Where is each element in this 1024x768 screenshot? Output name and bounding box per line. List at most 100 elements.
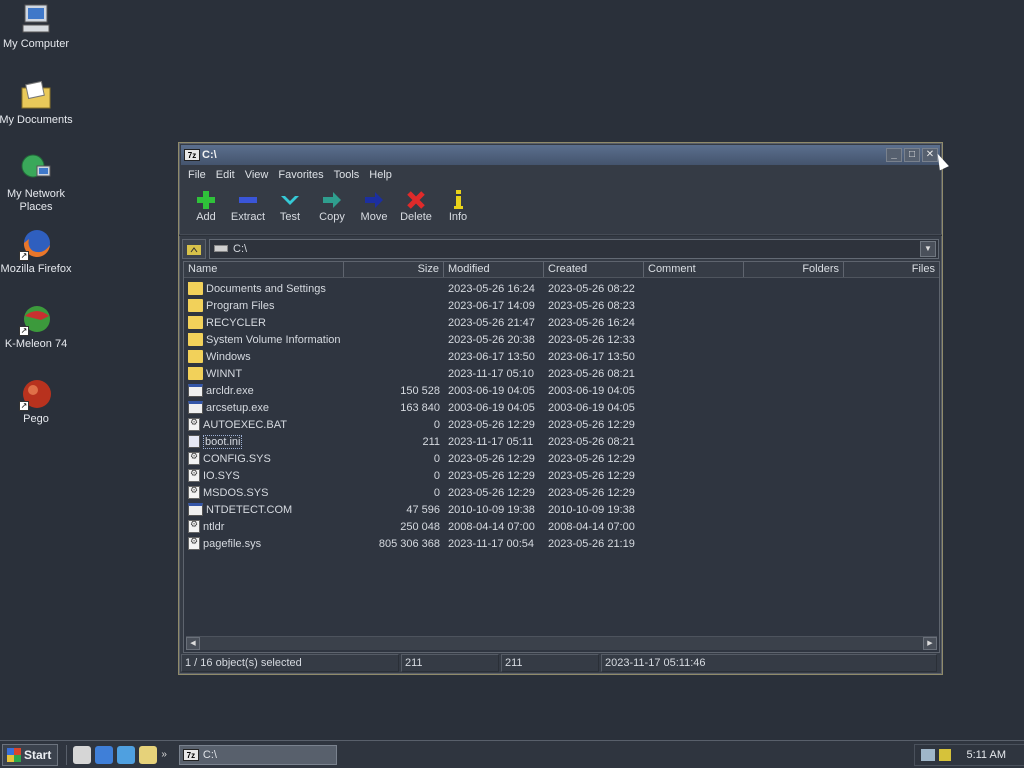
menu-view[interactable]: View [240,169,274,181]
table-row[interactable]: ntldr 250 048 2008-04-14 07:00 2008-04-14 0… [184,518,939,535]
quick-launch-chevron-icon[interactable]: » [161,749,167,760]
table-row[interactable]: System Volume Information 2023-05-26 20:3… [184,331,939,348]
table-row[interactable]: arcsetup.exe 163 840 2003-06-19 04:05 2003-… [184,399,939,416]
start-label: Start [24,747,52,762]
cell-created: 2023-05-26 21:19 [548,537,635,550]
extract-button[interactable]: Extract [227,185,269,234]
safely-remove-tray-icon[interactable] [939,748,951,761]
table-row[interactable]: CONFIG.SYS 0 2023-05-26 12:29 2023-05-26 12… [184,450,939,467]
folder-icon [188,282,203,295]
cell-modified: 2023-05-26 20:38 [448,333,535,346]
cell-modified: 2023-05-26 12:29 [448,418,535,431]
column-modified[interactable]: Modified [444,262,544,277]
shortcut-arrow-icon: ↗ [19,326,29,336]
menu-favorites[interactable]: Favorites [273,169,328,181]
desktop-icon-my-computer[interactable]: My Computer [0,2,74,51]
table-row[interactable]: Documents and Settings 2023-05-26 16:24 20… [184,280,939,297]
cell-name: MSDOS.SYS [184,486,344,499]
maximize-button[interactable]: □ [904,148,920,162]
table-row[interactable]: arcldr.exe 150 528 2003-06-19 04:05 2003-06… [184,382,939,399]
folder-up-button[interactable] [182,238,206,259]
search-icon[interactable] [139,745,158,764]
clock[interactable]: 5:11 AM [966,749,1006,761]
copy-button[interactable]: Copy [311,185,353,234]
desktop-icon-pego[interactable]: ↗ Pego [0,377,74,426]
cell-name: ntldr [184,520,344,533]
cell-created: 2023-05-26 08:21 [548,367,635,380]
delete-button[interactable]: Delete [395,185,437,234]
info-button[interactable]: Info [437,185,479,234]
address-bar: C:\ ▼ [179,235,942,261]
table-row[interactable]: NTDETECT.COM 47 596 2010-10-09 19:38 2010-1… [184,501,939,518]
desktop-icon-my-documents[interactable]: My Documents [0,78,74,127]
menu-file[interactable]: File [183,169,211,181]
cell-created: 2023-05-26 12:29 [548,486,635,499]
desktop-icon-k-meleon[interactable]: ↗ K-Meleon 74 [0,302,74,351]
k-meleon-icon: ↗ [19,302,53,336]
menu-help[interactable]: Help [364,169,397,181]
scroll-right-icon[interactable]: ▶ [923,637,937,650]
cell-modified: 2008-04-14 07:00 [448,520,535,533]
internet-explorer-icon[interactable] [95,745,114,764]
column-folders[interactable]: Folders [744,262,844,277]
table-row[interactable]: MSDOS.SYS 0 2023-05-26 12:29 2023-05-26 12:… [184,484,939,501]
move-label: Move [360,211,388,223]
menu-tools[interactable]: Tools [329,169,365,181]
start-button[interactable]: Start [2,743,59,766]
column-name[interactable]: Name [184,262,344,277]
scroll-track[interactable] [200,637,923,650]
system-tray: 5:11 AM [914,743,1024,766]
table-row[interactable]: RECYCLER 2023-05-26 21:47 2023-05-26 16:24 [184,314,939,331]
cell-created: 2023-05-26 12:29 [548,418,635,431]
cell-size: 805 306 368 [378,537,440,550]
table-row[interactable]: WINNT 2023-11-17 05:10 2023-05-26 08:21 [184,365,939,382]
shortcut-arrow-icon: ↗ [19,401,29,411]
column-files[interactable]: Files [844,262,939,277]
folder-icon [188,367,203,380]
file-name: Documents and Settings [206,282,326,295]
desktop-icon-my-network-places[interactable]: My Network Places [0,152,74,214]
add-button[interactable]: Add [185,185,227,234]
title-bar[interactable]: 7z C:\ _ □ ✕ [181,145,940,165]
table-row[interactable]: boot.ini 211 2023-11-17 05:11 2023-05-26 08… [184,433,939,450]
cell-created: 2003-06-19 04:05 [548,401,635,414]
desktop-icon-mozilla-firefox[interactable]: ↗ Mozilla Firefox [0,227,74,276]
file-manager-window[interactable]: 7z C:\ _ □ ✕ File Edit View Favorites To… [178,142,943,675]
horizontal-scrollbar[interactable]: ◀ ▶ [186,636,937,650]
show-desktop-icon[interactable] [73,745,92,764]
cell-size: 250 048 [400,520,440,533]
address-input[interactable]: C:\ ▼ [209,238,939,259]
cell-name: pagefile.sys [184,537,344,550]
column-size[interactable]: Size [344,262,444,277]
table-row[interactable]: IO.SYS 0 2023-05-26 12:29 2023-05-26 12:29 [184,467,939,484]
cell-name: Documents and Settings [184,282,344,295]
cell-created: 2010-10-09 19:38 [548,503,635,516]
column-comment[interactable]: Comment [644,262,744,277]
address-dropdown-button[interactable]: ▼ [920,240,936,257]
drive-icon [214,245,228,252]
table-row[interactable]: Program Files 2023-06-17 14:09 2023-05-26 … [184,297,939,314]
minimize-button[interactable]: _ [886,148,902,162]
column-created[interactable]: Created [544,262,644,277]
table-row[interactable]: Windows 2023-06-17 13:50 2023-06-17 13:50 [184,348,939,365]
folder-up-icon [187,244,201,255]
table-row[interactable]: AUTOEXEC.BAT 0 2023-05-26 12:29 2023-05-26 … [184,416,939,433]
scroll-left-icon[interactable]: ◀ [186,637,200,650]
cell-created: 2023-06-17 13:50 [548,350,635,363]
network-tray-icon[interactable] [921,748,935,761]
copy-label: Copy [319,211,345,223]
file-list[interactable]: Name Size Modified Created Comment Folde… [183,261,940,653]
system-file-icon [188,469,200,482]
file-name: IO.SYS [203,469,240,482]
outlook-express-icon[interactable] [117,745,136,764]
cell-name: Program Files [184,299,344,312]
computer-icon [19,2,53,36]
status-packed-size: 211 [501,654,599,672]
taskbar-window-button[interactable]: 7z C:\ [178,744,337,765]
menu-edit[interactable]: Edit [211,169,240,181]
file-name: Program Files [206,299,275,312]
table-row[interactable]: pagefile.sys 805 306 368 2023-11-17 00:54 2… [184,535,939,552]
move-button[interactable]: Move [353,185,395,234]
test-button[interactable]: Test [269,185,311,234]
cell-size: 47 596 [406,503,440,516]
